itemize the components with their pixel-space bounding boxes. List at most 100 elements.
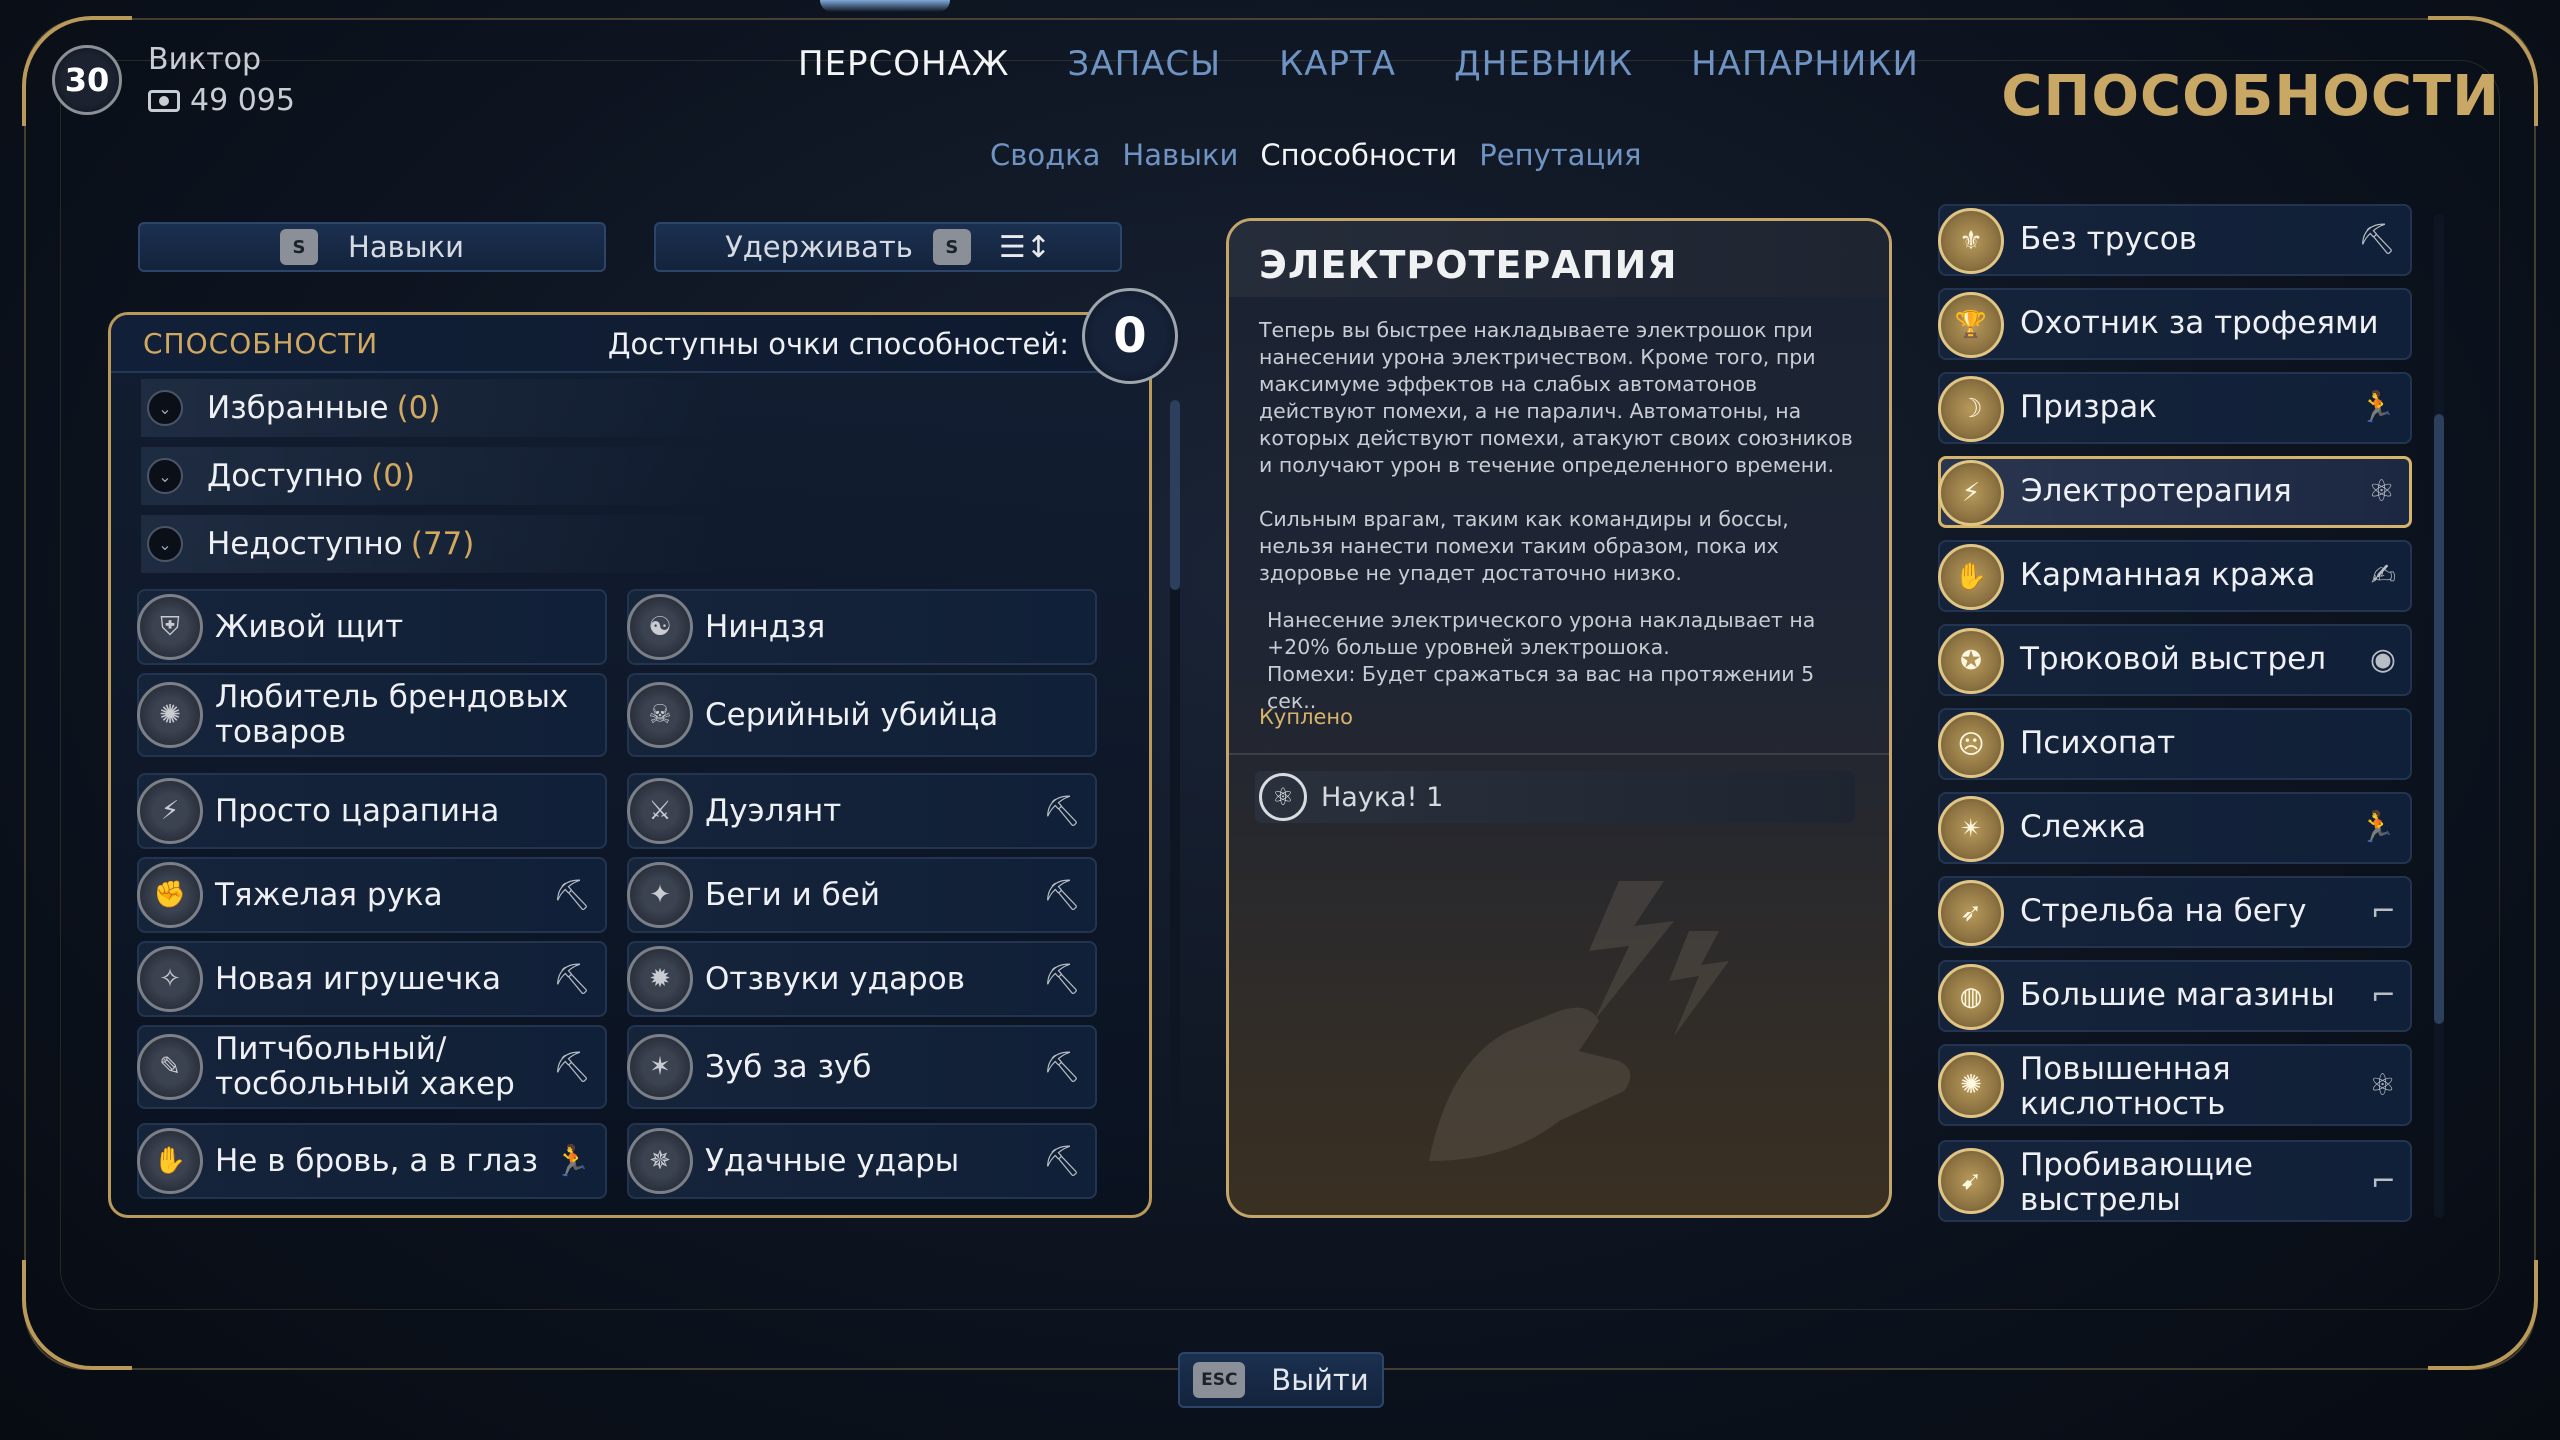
pickaxe-icon: ⛏ (552, 1049, 591, 1085)
category-count: (0) (371, 458, 416, 494)
left-scrollbar-thumb[interactable] (1170, 400, 1180, 590)
tab-map[interactable]: КАРТА (1279, 44, 1396, 84)
subtab-skills[interactable]: Навыки (1122, 138, 1238, 172)
magazine-icon: ◍ (1938, 964, 2004, 1030)
category-unavailable[interactable]: ⌄ Недоступно (77) (141, 515, 721, 573)
perk-item[interactable]: ✶ Зуб за зуб ⛏ (627, 1025, 1097, 1109)
perk-item[interactable]: ⚡ Просто царапина (137, 773, 607, 849)
duelist-icon: ⚔ (627, 778, 693, 844)
brand-icon: ✺ (137, 682, 203, 748)
perk-list-item[interactable]: ☽ Призрак 🏃 (1938, 372, 2412, 444)
perk-list-item[interactable]: ➹ Пробивающие выстрелы ⌐ (1938, 1140, 2412, 1222)
subtab-perks[interactable]: Способности (1260, 138, 1457, 172)
perk-item[interactable]: ⛨ Живой щит (137, 589, 607, 665)
atom-icon: ⚛ (1259, 773, 1307, 821)
corner-ornament (22, 1260, 132, 1370)
key-s-icon: S (932, 229, 971, 265)
exit-label: Выйти (1271, 1363, 1369, 1397)
pickaxe-icon: ⛏ (1042, 793, 1081, 829)
perk-list-item[interactable]: ✺ Повышенная кислотность ⚛ (1938, 1044, 2412, 1126)
right-scrollbar-thumb[interactable] (2434, 414, 2444, 1024)
category-count: (77) (410, 526, 475, 562)
run-hit-icon: ✦ (627, 862, 693, 928)
perk-item[interactable]: ☯ Ниндзя (627, 589, 1097, 665)
pickaxe-icon: ⛏ (1042, 877, 1081, 913)
gun-icon: ⌐ (2370, 1164, 2396, 1199)
perk-list-item[interactable]: ➶ Стрельба на бегу ⌐ (1938, 876, 2412, 948)
perk-list-item[interactable]: ✴ Слежка 🏃 (1938, 792, 2412, 864)
perk-name: Карманная кража (2020, 557, 2316, 593)
perk-list-item[interactable]: ✋ Карманная кража ✍ (1938, 540, 2412, 612)
perk-name: Удачные удары (705, 1142, 960, 1179)
category-available[interactable]: ⌄ Доступно (0) (141, 447, 721, 505)
ghost-icon: ☽ (1938, 376, 2004, 442)
tab-inventory[interactable]: ЗАПАСЫ (1068, 44, 1222, 84)
perk-item[interactable]: ✵ Удачные удары ⛏ (627, 1123, 1097, 1199)
perk-item[interactable]: ☠ Серийный убийца (627, 673, 1097, 757)
acid-icon: ✺ (1938, 1052, 2004, 1118)
perk-name: Слежка (2020, 809, 2147, 845)
perk-name: Призрак (2020, 389, 2158, 425)
trick-shot-icon: ✪ (1938, 628, 2004, 694)
pickaxe-icon: ⛏ (552, 877, 591, 913)
perk-list-item-selected[interactable]: ⚡ Электротерапия ⚛ (1938, 456, 2412, 528)
detail-status: Куплено (1259, 705, 1353, 729)
new-toy-icon: ✧ (137, 946, 203, 1012)
perk-list-item[interactable]: ✪ Трюковой выстрел ◉ (1938, 624, 2412, 696)
perk-name: Психопат (2020, 725, 2176, 761)
pickaxe-icon: ⛏ (1042, 1049, 1081, 1085)
perk-name: Электротерапия (2021, 473, 2292, 509)
subtab-summary[interactable]: Сводка (990, 138, 1100, 172)
pickaxe-icon: ⛏ (1042, 961, 1081, 997)
tab-journal[interactable]: ДНЕВНИК (1454, 44, 1633, 84)
perk-name: Повышенная кислотность (2020, 1051, 2231, 1122)
pickpocket-icon: ✋ (1938, 544, 2004, 610)
perk-item[interactable]: ⚔ Дуэлянт ⛏ (627, 773, 1097, 849)
category-label: Доступно (207, 458, 364, 494)
corner-ornament (2428, 1260, 2538, 1370)
tab-character[interactable]: ПЕРСОНАЖ (798, 44, 1010, 84)
perk-list-item[interactable]: 🏆 Охотник за трофеями (1938, 288, 2412, 360)
perk-item[interactable]: ✧ Новая игрушечка ⛏ (137, 941, 607, 1017)
pierce-icon: ➹ (1938, 1148, 2004, 1214)
exit-button[interactable]: ESC Выйти (1178, 1352, 1384, 1408)
perk-name: Серийный убийца (705, 696, 999, 733)
requirement-row: ⚛ Наука! 1 (1255, 771, 1855, 823)
perk-name: Живой щит (215, 608, 404, 645)
hold-sort-button[interactable]: Удерживать S ☰↕ (654, 222, 1122, 272)
hold-label: Удерживать (725, 230, 913, 264)
gun-icon: ⌐ (2370, 894, 2396, 929)
run-shoot-icon: ➶ (1938, 880, 2004, 946)
perk-name: Без трусов (2020, 221, 2198, 257)
perk-list-item[interactable]: ☹ Психопат (1938, 708, 2412, 780)
pickaxe-icon: ⛏ (552, 961, 591, 997)
perk-item[interactable]: ✦ Беги и бей ⛏ (627, 857, 1097, 933)
left-scrollbar[interactable] (1170, 400, 1180, 1130)
subtab-reputation[interactable]: Репутация (1479, 138, 1641, 172)
perk-list-item[interactable]: ⚜ Без трусов ⛏ (1938, 204, 2412, 276)
category-favorites[interactable]: ⌄ Избранные (0) (141, 379, 721, 437)
perk-name: Зуб за зуб (705, 1048, 872, 1085)
eye-hit-icon: ✋ (137, 1128, 203, 1194)
hand-icon: ✍ (2370, 558, 2396, 593)
skills-button[interactable]: S Навыки (138, 222, 606, 272)
player-name: Виктор (148, 42, 262, 77)
perk-item[interactable]: ✋ Не в бровь, а в глаз 🏃 (137, 1123, 607, 1199)
perk-detail-panel: ЭЛЕКТРОТЕРАПИЯ Теперь вы быстрее наклады… (1226, 218, 1892, 1218)
player-money: 49 095 (148, 83, 295, 118)
perk-item[interactable]: ✹ Отзвуки ударов ⛏ (627, 941, 1097, 1017)
perk-name: Трюковой выстрел (2020, 641, 2327, 677)
perk-name: Беги и бей (705, 876, 880, 913)
points-value: 0 (1082, 288, 1178, 384)
perk-list-item[interactable]: ◍ Большие магазины ⌐ (1938, 960, 2412, 1032)
perk-name: Питчбольный/ тосбольный хакер (215, 1031, 515, 1102)
tab-companions[interactable]: НАПАРНИКИ (1691, 44, 1919, 84)
eye-icon: ◉ (2369, 642, 2396, 677)
right-scrollbar[interactable] (2434, 214, 2444, 1218)
perk-name: Охотник за трофеями (2020, 305, 2379, 341)
perk-item[interactable]: ✊ Тяжелая рука ⛏ (137, 857, 607, 933)
perk-item[interactable]: ✺ Любитель брендовых товаров (137, 673, 607, 757)
category-count: (0) (396, 390, 441, 426)
scratch-icon: ⚡ (137, 778, 203, 844)
perk-item[interactable]: ✎ Питчбольный/ тосбольный хакер ⛏ (137, 1025, 607, 1109)
